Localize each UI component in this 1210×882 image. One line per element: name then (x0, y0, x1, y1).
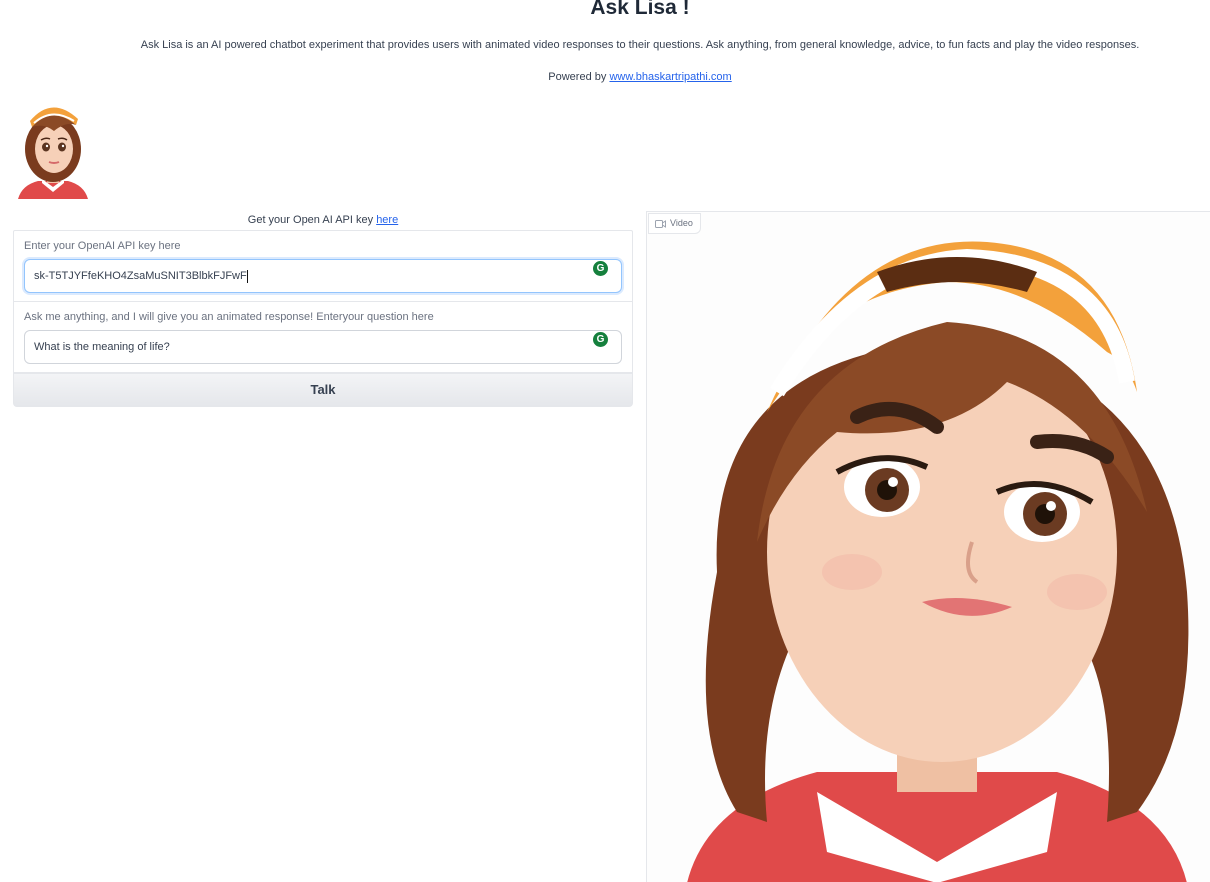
question-field-block: Ask me anything, and I will give you an … (14, 302, 632, 373)
talk-button[interactable]: Talk (13, 373, 633, 407)
api-key-input[interactable]: sk-T5TJYFfeKHO4ZsaMuSNIT3BlbkFJFwF (24, 259, 622, 293)
lisa-avatar-logo (18, 107, 88, 199)
question-input[interactable]: What is the meaning of life? (24, 330, 622, 364)
api-key-link-prefix: Get your Open AI API key (247, 214, 374, 226)
api-key-value: sk-T5TJYFfeKHO4ZsaMuSNIT3BlbkFJFwF (34, 270, 247, 282)
input-column: Get your Open AI API key here Enter your… (13, 210, 633, 407)
question-input-wrap: What is the meaning of life? G (24, 330, 622, 364)
video-camera-icon (655, 219, 666, 228)
page: Ask Lisa ! Ask Lisa is an AI powered cha… (0, 0, 1210, 882)
powered-by-prefix: Powered by (548, 71, 607, 83)
grammarly-icon[interactable]: G (593, 332, 608, 347)
video-tag: Video (648, 213, 701, 234)
api-key-input-wrap: sk-T5TJYFfeKHO4ZsaMuSNIT3BlbkFJFwF G (24, 259, 622, 293)
lisa-video-frame (647, 212, 1210, 882)
api-key-link-row: Get your Open AI API key here (13, 210, 633, 230)
video-panel[interactable]: Video (646, 211, 1210, 882)
grammarly-icon[interactable]: G (593, 261, 608, 276)
text-caret (246, 269, 248, 283)
input-form: Enter your OpenAI API key here sk-T5TJYF… (13, 230, 633, 373)
page-title: Ask Lisa ! (590, 0, 690, 19)
video-tag-label: Video (670, 218, 693, 228)
api-key-field-block: Enter your OpenAI API key here sk-T5TJYF… (14, 231, 632, 302)
api-key-label: Enter your OpenAI API key here (24, 240, 181, 252)
api-key-link[interactable]: here (376, 214, 398, 226)
question-label: Ask me anything, and I will give you an … (24, 311, 434, 323)
powered-by: Powered by www.bhaskartripathi.com (0, 71, 1210, 83)
powered-by-link[interactable]: www.bhaskartripathi.com (609, 71, 731, 83)
page-description: Ask Lisa is an AI powered chatbot experi… (140, 39, 1140, 51)
